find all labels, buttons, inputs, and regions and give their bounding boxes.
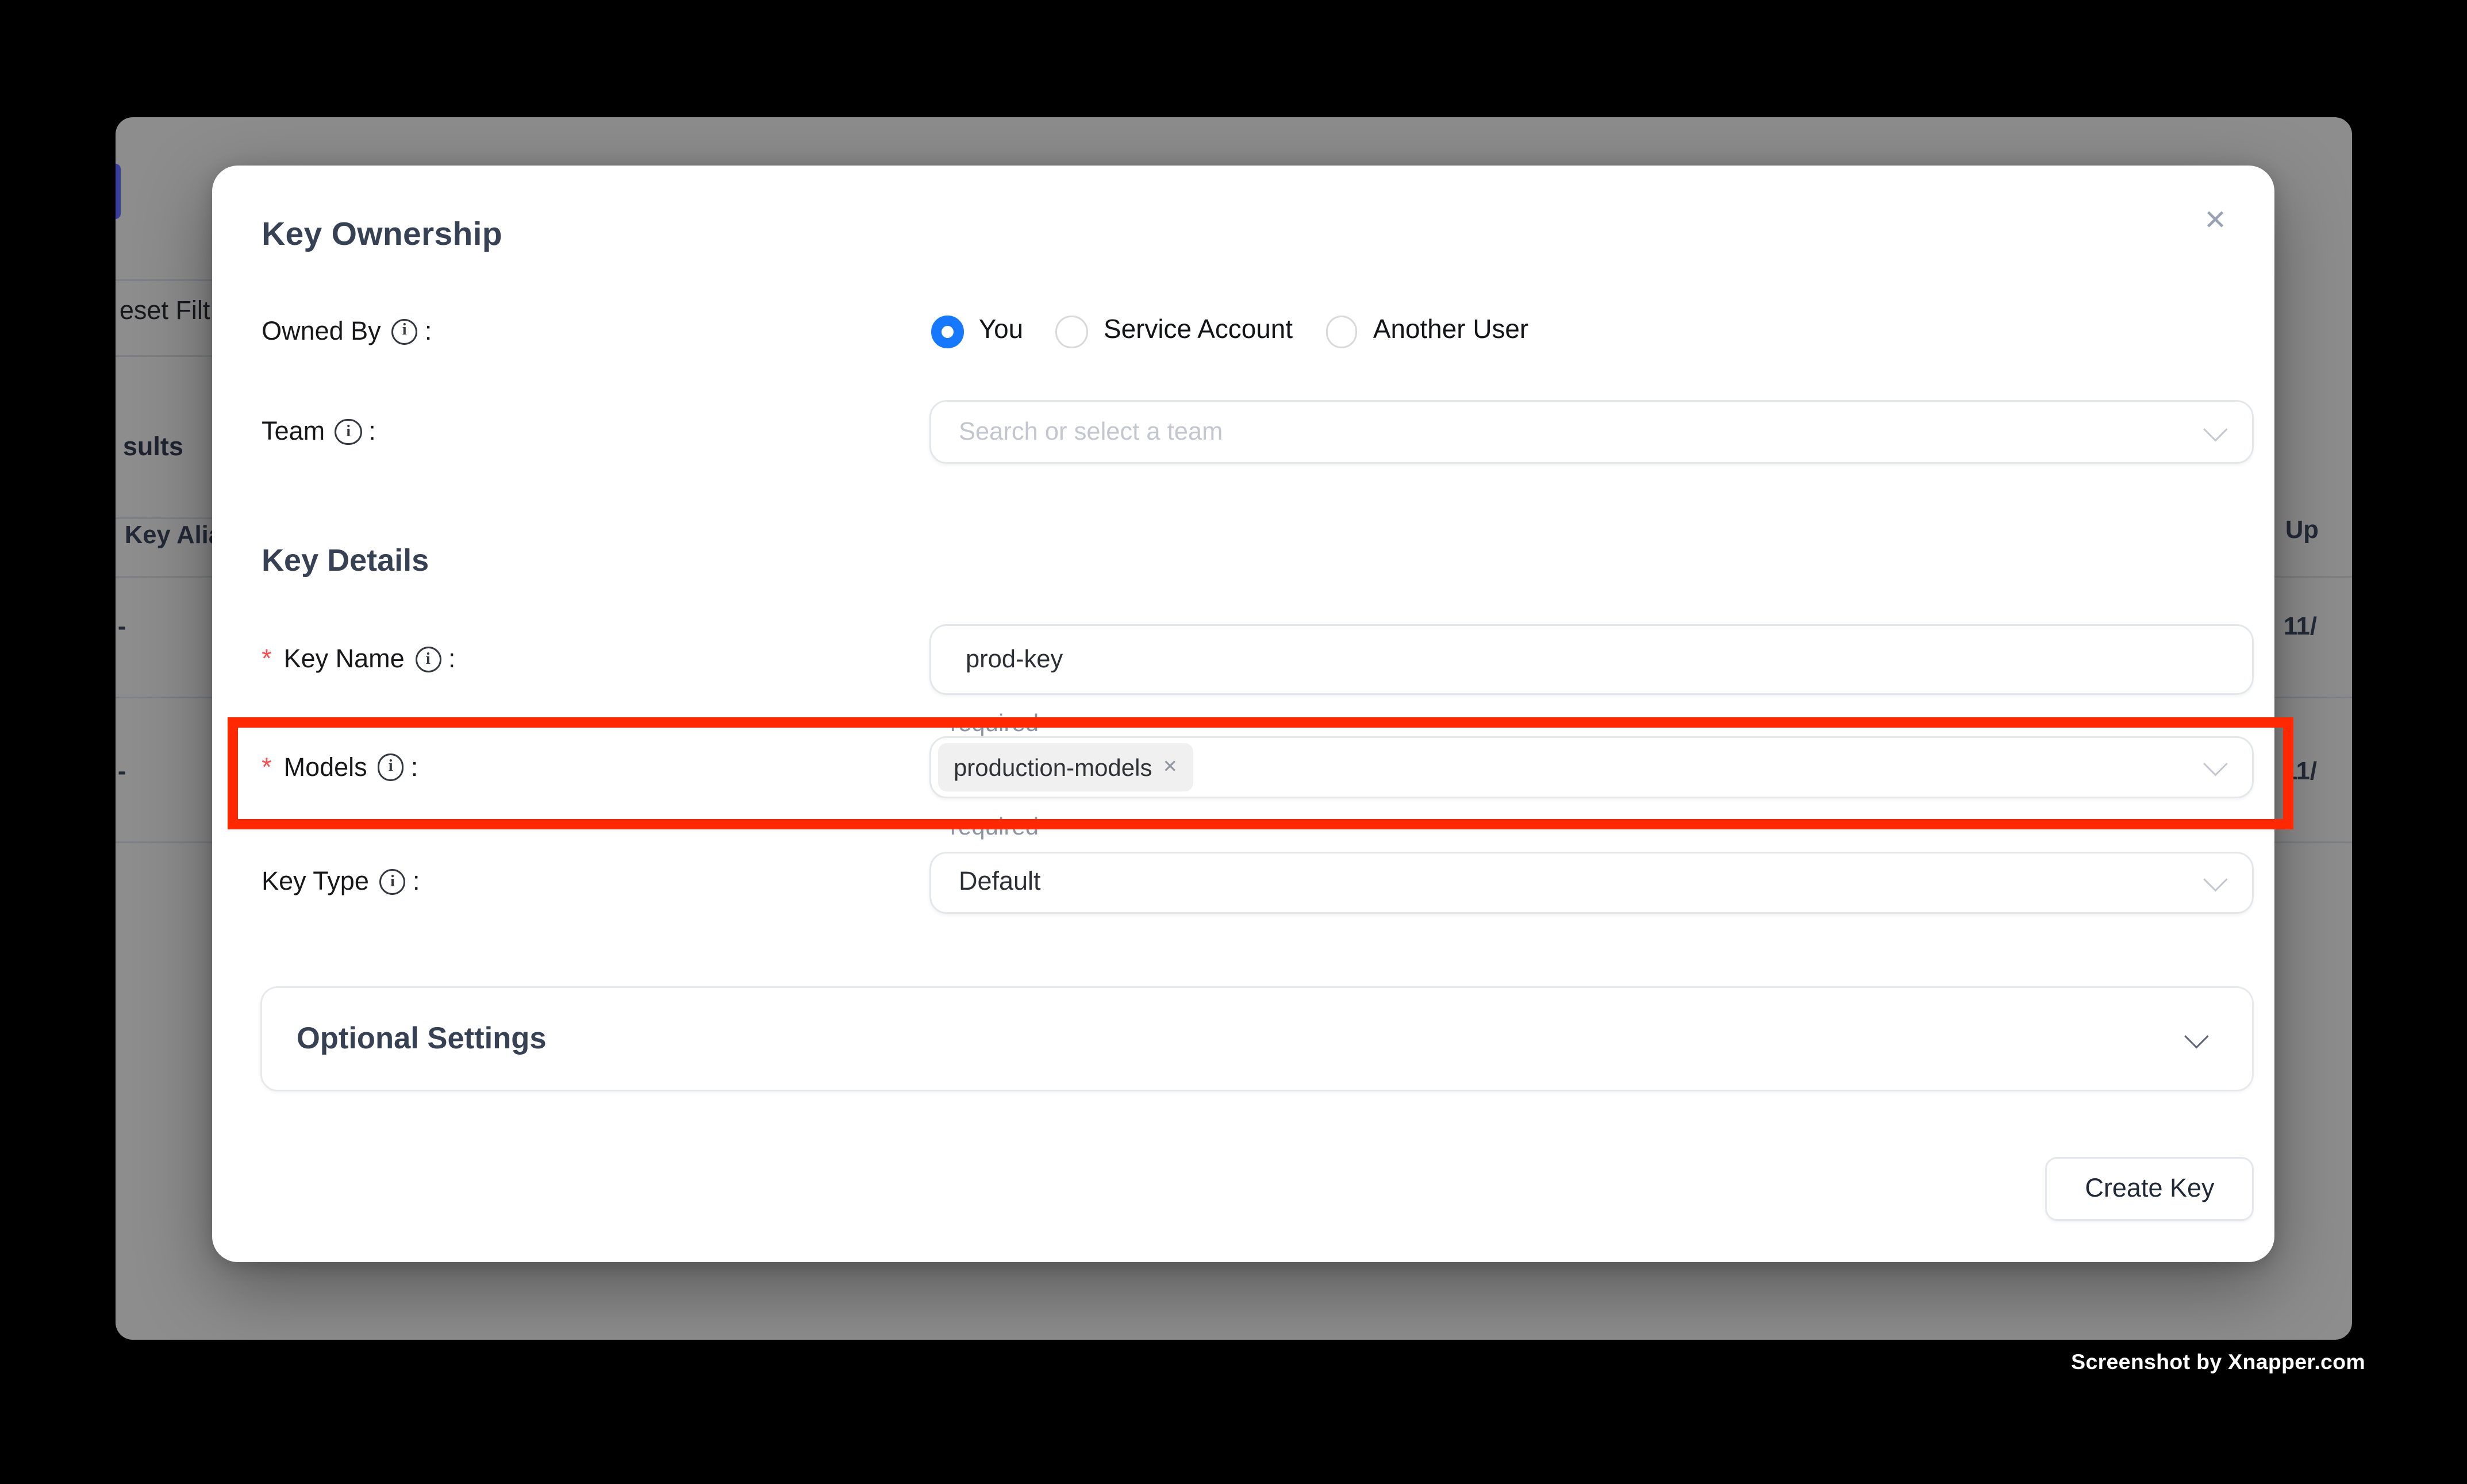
models-tag-label: production-models bbox=[954, 753, 1152, 781]
results-count-fragment: sults bbox=[123, 433, 213, 463]
filterbar-divider bbox=[116, 355, 213, 356]
table-row-cell: 11/ bbox=[2284, 758, 2353, 786]
key-name-required-message: required bbox=[950, 709, 1039, 737]
radio-option-you[interactable]: You bbox=[931, 316, 1023, 348]
key-name-label-row: * Key Name i : bbox=[262, 643, 455, 677]
table-row-cell: - bbox=[118, 758, 126, 786]
screenshot-credit: Screenshot by Xnapper.com bbox=[2071, 1350, 2365, 1374]
table-row-cell: - bbox=[118, 614, 126, 642]
info-icon: i bbox=[415, 647, 441, 673]
table-row-cell: 11/ bbox=[2284, 614, 2353, 642]
radio-label: Service Account bbox=[1104, 316, 1293, 347]
modal-title: Key Ownership bbox=[262, 217, 502, 255]
label-colon: : bbox=[448, 645, 456, 675]
create-key-modal: ✕ Key Ownership Owned By i : You Service… bbox=[212, 165, 2274, 1263]
chevron-down-icon bbox=[2184, 1024, 2208, 1047]
chevron-down-icon bbox=[2204, 752, 2228, 775]
column-header-key-alias: Key Alia bbox=[125, 523, 213, 551]
info-icon: i bbox=[378, 754, 404, 781]
label-colon: : bbox=[368, 418, 376, 447]
column-header-updated: Up bbox=[2285, 518, 2353, 545]
table-top-divider bbox=[116, 517, 213, 519]
team-label-row: Team i : bbox=[262, 415, 376, 449]
chevron-down-icon bbox=[2204, 417, 2228, 441]
radio-label: You bbox=[979, 316, 1023, 347]
key-name-label: Key Name bbox=[284, 645, 405, 675]
key-type-label-row: Key Type i : bbox=[262, 865, 420, 899]
owned-by-label: Owned By bbox=[262, 317, 381, 346]
models-label: Models bbox=[284, 753, 367, 782]
label-colon: : bbox=[411, 753, 418, 782]
optional-settings-heading: Optional Settings bbox=[297, 1021, 547, 1057]
team-label: Team bbox=[262, 418, 325, 447]
models-required-message: required bbox=[950, 812, 1039, 839]
remove-tag-icon[interactable]: ✕ bbox=[1162, 756, 1177, 777]
label-colon: : bbox=[413, 868, 420, 897]
chevron-down-icon bbox=[2204, 867, 2228, 891]
models-tag: production-models ✕ bbox=[938, 743, 1193, 791]
key-type-label: Key Type bbox=[262, 868, 369, 897]
radio-option-another-user[interactable]: Another User bbox=[1325, 316, 1528, 348]
key-type-select[interactable]: Default bbox=[929, 851, 2254, 913]
info-icon: i bbox=[335, 419, 362, 445]
create-key-button[interactable]: Create Key bbox=[2046, 1157, 2254, 1221]
toolbar-divider bbox=[116, 279, 213, 281]
radio-selected-icon[interactable] bbox=[931, 316, 963, 348]
required-mark: * bbox=[262, 645, 272, 675]
owned-by-radio-group: You Service Account Another User bbox=[931, 316, 1528, 348]
radio-unselected-icon[interactable] bbox=[1325, 316, 1358, 348]
screenshot-canvas: eset Filt sults Key Alia Up - 11/ - 11/ … bbox=[0, 0, 2467, 1484]
close-icon[interactable]: ✕ bbox=[2193, 198, 2238, 243]
create-key-button-fragment[interactable] bbox=[116, 164, 121, 219]
owned-by-label-row: Owned By i : bbox=[262, 314, 432, 349]
info-icon: i bbox=[379, 869, 406, 895]
models-label-row: * Models i : bbox=[262, 751, 418, 785]
optional-settings-panel[interactable]: Optional Settings bbox=[260, 986, 2254, 1092]
models-select[interactable]: production-models ✕ bbox=[929, 736, 2254, 798]
key-details-heading: Key Details bbox=[262, 543, 429, 579]
team-select[interactable]: Search or select a team bbox=[929, 401, 2254, 464]
create-key-button-label: Create Key bbox=[2085, 1174, 2214, 1204]
radio-unselected-icon[interactable] bbox=[1056, 316, 1088, 348]
key-name-value: prod-key bbox=[966, 646, 1063, 674]
required-mark: * bbox=[262, 753, 272, 782]
radio-label: Another User bbox=[1373, 316, 1528, 347]
key-name-input[interactable]: prod-key bbox=[929, 625, 2254, 695]
label-colon: : bbox=[425, 317, 432, 346]
team-select-placeholder: Search or select a team bbox=[959, 419, 1223, 447]
info-icon: i bbox=[391, 318, 418, 345]
radio-option-service-account[interactable]: Service Account bbox=[1056, 316, 1293, 348]
reset-filters-button-fragment[interactable]: eset Filt bbox=[120, 297, 213, 326]
key-type-value: Default bbox=[959, 868, 1041, 897]
